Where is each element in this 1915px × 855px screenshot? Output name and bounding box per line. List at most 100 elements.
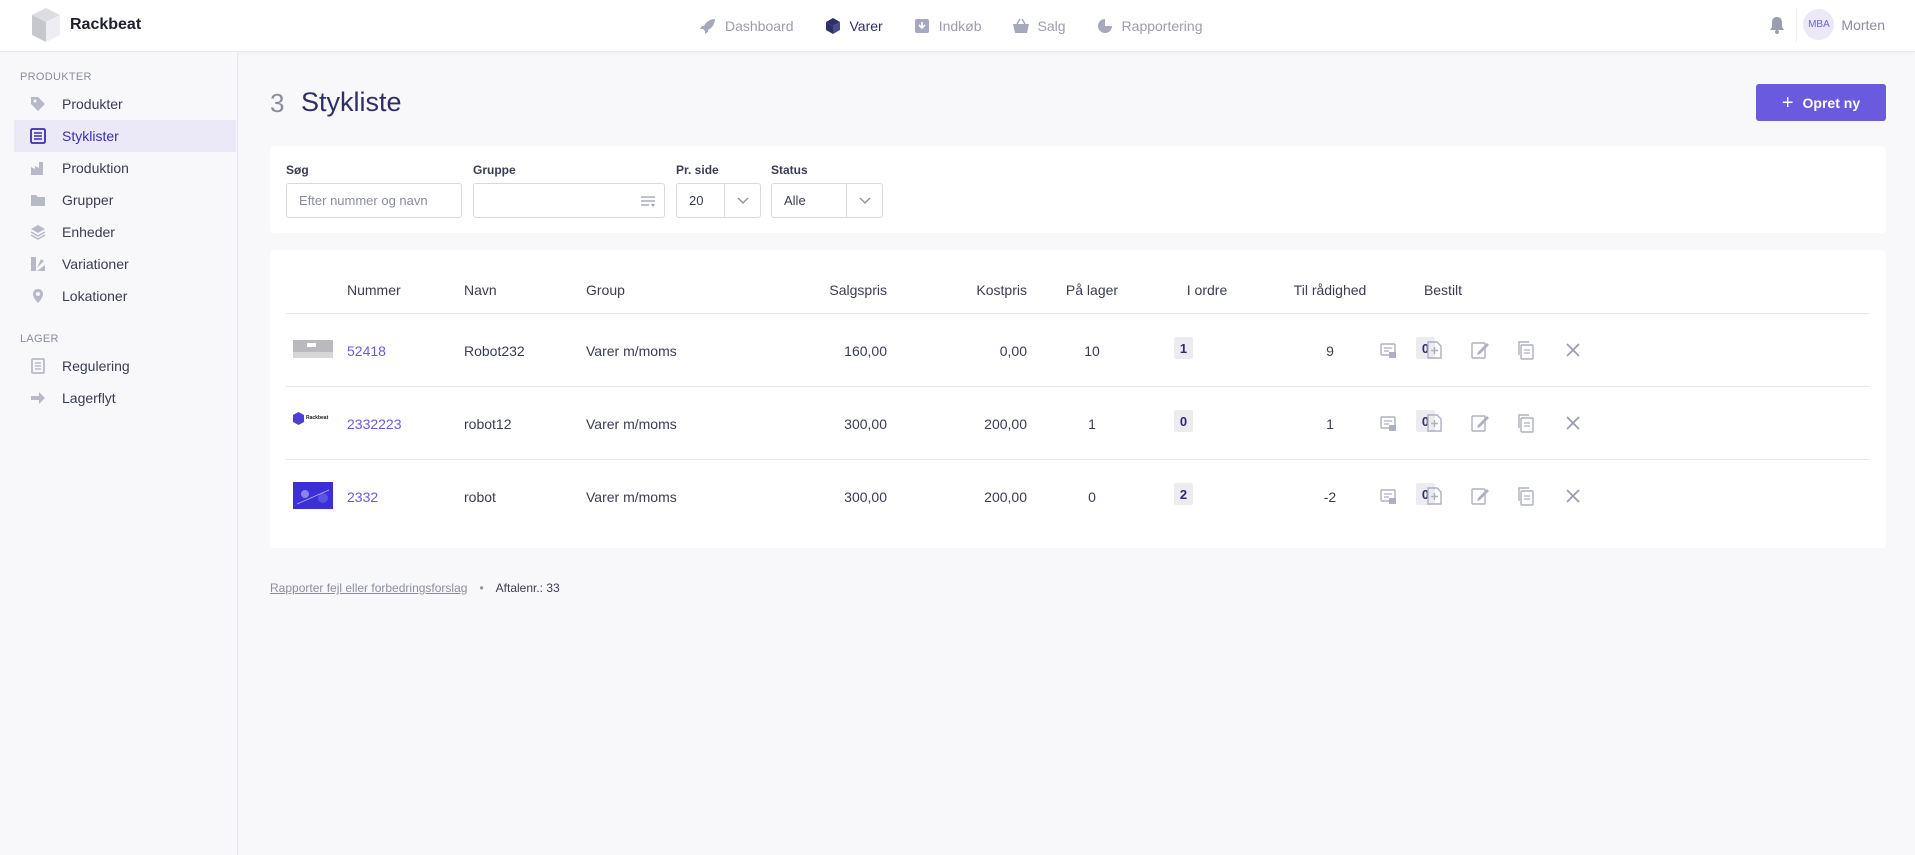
delete-icon[interactable]	[1562, 339, 1584, 361]
rocket-icon	[700, 19, 715, 34]
col-header-sales-price[interactable]: Salgspris	[776, 282, 887, 298]
tag-icon	[31, 97, 45, 111]
factory-icon	[31, 162, 43, 175]
sidebar-item-styklister[interactable]: Styklister	[14, 120, 236, 152]
top-divider	[1796, 8, 1797, 42]
col-header-name[interactable]: Navn	[464, 282, 497, 298]
sidebar-section-produkter: PRODUKTER	[20, 71, 92, 83]
create-new-label: Opret ny	[1802, 94, 1861, 111]
search-label: Søg	[286, 163, 309, 177]
page-title: Stykliste	[301, 87, 402, 117]
status-label: Status	[771, 163, 808, 177]
col-header-number[interactable]: Nummer	[347, 282, 401, 298]
row-in-order-badge: 2	[1174, 483, 1193, 505]
row-cost-price: 200,00	[984, 416, 1027, 432]
brand[interactable]: Rackbeat	[30, 6, 141, 44]
edit-icon[interactable]	[1469, 412, 1491, 434]
sidebar-item-grupper[interactable]: Grupper	[14, 184, 236, 216]
group-select[interactable]	[473, 183, 665, 218]
per-page-select[interactable]: 20	[676, 183, 761, 218]
page-count: 3	[270, 88, 285, 118]
sidebar-item-lokationer[interactable]: Lokationer	[14, 280, 236, 312]
row-available: -2	[1323, 489, 1337, 505]
user-name[interactable]: Morten	[1841, 17, 1885, 33]
footer: Rapporter fejl eller forbedringsforslag …	[270, 581, 560, 595]
col-header-in-order[interactable]: I ordre	[1157, 282, 1257, 298]
delete-icon[interactable]	[1562, 412, 1584, 434]
nav-dashboard-label: Dashboard	[725, 18, 794, 34]
row-number-link[interactable]: 52418	[347, 343, 386, 359]
col-header-ordered[interactable]: Bestilt	[1393, 282, 1493, 298]
add-document-icon[interactable]	[1424, 412, 1446, 434]
user-area: MBA Morten	[1767, 9, 1885, 40]
row-available: 9	[1326, 343, 1334, 359]
nav-dashboard[interactable]: Dashboard	[700, 18, 794, 34]
col-header-available[interactable]: Til rådighed	[1270, 282, 1390, 298]
copy-icon[interactable]	[1515, 339, 1537, 361]
col-header-in-stock[interactable]: På lager	[1042, 282, 1142, 298]
sidebar: PRODUKTER Produkter Styklister Produktio…	[0, 52, 238, 855]
price-tag-icon[interactable]	[1378, 485, 1400, 507]
nav-indkob[interactable]: Indkøb	[914, 18, 982, 34]
add-document-icon[interactable]	[1424, 485, 1446, 507]
row-in-stock: 10	[1084, 343, 1100, 359]
row-number-link[interactable]: 2332223	[347, 416, 402, 432]
arrow-right-icon	[31, 392, 45, 404]
brand-name: Rackbeat	[70, 16, 142, 33]
nav-varer-label: Varer	[849, 18, 883, 34]
sidebar-item-lagerflyt[interactable]: Lagerflyt	[14, 382, 236, 414]
row-group: Varer m/moms	[586, 416, 677, 432]
price-tag-icon[interactable]	[1378, 339, 1400, 361]
copy-icon[interactable]	[1515, 412, 1537, 434]
sidebar-item-label: Produktion	[62, 160, 129, 176]
row-in-stock: 0	[1088, 489, 1096, 505]
variations-icon	[31, 257, 45, 271]
sidebar-section-lager: LAGER	[20, 333, 59, 345]
status-select[interactable]: Alle	[771, 183, 883, 218]
edit-icon[interactable]	[1469, 485, 1491, 507]
sidebar-item-variationer[interactable]: Variationer	[14, 248, 236, 280]
sidebar-item-label: Variationer	[62, 256, 129, 272]
sidebar-item-label: Lagerflyt	[62, 390, 116, 406]
row-number-link[interactable]: 2332	[347, 489, 378, 505]
row-available: 1	[1326, 416, 1334, 432]
create-new-button[interactable]: + Opret ny	[1756, 84, 1886, 121]
sidebar-item-produktion[interactable]: Produktion	[14, 152, 236, 184]
row-in-order-badge: 1	[1174, 337, 1193, 359]
sidebar-item-label: Styklister	[62, 128, 119, 144]
plus-icon: +	[1781, 91, 1794, 114]
sidebar-item-enheder[interactable]: Enheder	[14, 216, 236, 248]
nav-varer[interactable]: Varer	[825, 18, 883, 34]
product-thumbnail: Rackbeat	[293, 410, 333, 426]
row-divider	[286, 459, 1870, 460]
pie-chart-icon	[1097, 19, 1112, 33]
row-in-stock: 1	[1088, 416, 1096, 432]
copy-icon[interactable]	[1515, 485, 1537, 507]
price-tag-icon[interactable]	[1378, 412, 1400, 434]
row-name: robot12	[464, 416, 512, 432]
delete-icon[interactable]	[1562, 485, 1584, 507]
row-sales-price: 300,00	[844, 416, 887, 432]
col-header-cost-price[interactable]: Kostpris	[936, 282, 1027, 298]
sidebar-item-regulering[interactable]: Regulering	[14, 350, 236, 382]
add-document-icon[interactable]	[1424, 339, 1446, 361]
bell-icon[interactable]	[1767, 15, 1787, 35]
col-header-group[interactable]: Group	[586, 282, 625, 298]
row-name: robot	[464, 489, 496, 505]
nav-indkob-label: Indkøb	[938, 18, 982, 34]
folder-icon	[31, 195, 45, 206]
nav-rapportering-label: Rapportering	[1121, 18, 1203, 34]
sidebar-item-label: Regulering	[62, 358, 130, 374]
row-sales-price: 300,00	[844, 489, 887, 505]
report-issue-link[interactable]: Rapporter fejl eller forbedringsforslag	[270, 581, 467, 595]
edit-icon[interactable]	[1469, 339, 1491, 361]
nav-salg[interactable]: Salg	[1012, 18, 1066, 34]
avatar[interactable]: MBA	[1803, 9, 1835, 40]
nav-rapportering[interactable]: Rapportering	[1097, 18, 1203, 34]
sidebar-item-label: Enheder	[62, 224, 115, 240]
search-input[interactable]: Efter nummer og navn	[286, 183, 462, 218]
bom-table: Nummer Navn Group Salgspris Kostpris På …	[270, 250, 1886, 548]
filter-list-icon	[641, 196, 655, 207]
nav-salg-label: Salg	[1037, 18, 1066, 34]
sidebar-item-produkter[interactable]: Produkter	[14, 88, 236, 120]
